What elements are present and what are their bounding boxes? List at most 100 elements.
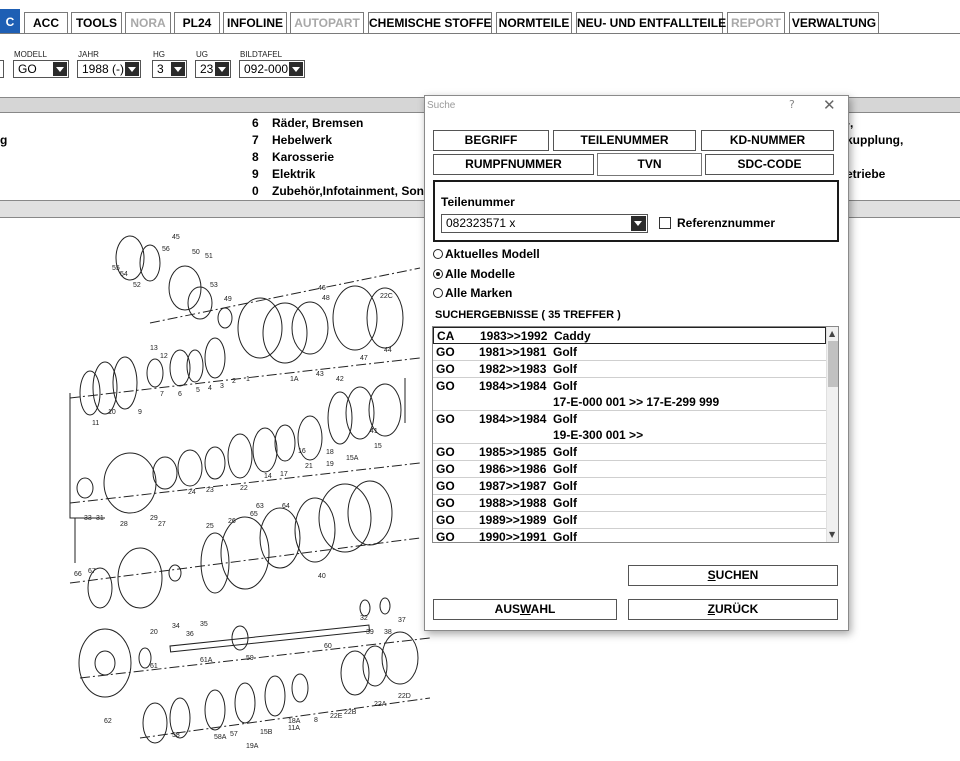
auswahl-button[interactable]: AUSWAHL (433, 599, 617, 620)
part-callout-label: 67 (88, 568, 96, 575)
hg-select[interactable]: 3 (152, 60, 187, 78)
results-scrollbar[interactable]: ▲ ▼ (826, 327, 838, 542)
part-callout-label: 38 (384, 629, 392, 636)
tab-verwaltung[interactable]: VERWALTUNG (789, 12, 879, 34)
scroll-up-icon[interactable]: ▲ (829, 329, 835, 338)
result-model: CA (437, 329, 455, 343)
part-callout-label: 22B (344, 709, 357, 716)
part-callout-label: 56 (162, 246, 170, 253)
tab-tvn[interactable]: TVN (597, 153, 702, 176)
tab-begriff[interactable]: BEGRIFF (433, 130, 549, 151)
result-model: GO (436, 362, 455, 376)
part-callout-label: 43 (316, 371, 324, 378)
part-callout-label: 45 (172, 234, 180, 241)
tab-autopart: AUTOPART (290, 12, 364, 34)
results-list[interactable]: CA 1983>>1992 Caddy GO 1981>>1981 Golf G… (432, 326, 839, 543)
tab-rumpfnummer[interactable]: RUMPFNUMMER (433, 154, 594, 175)
tab-tools[interactable]: TOOLS (71, 12, 122, 34)
list-item[interactable]: GO 1986>>1986 Golf (433, 461, 826, 478)
chevron-down-icon[interactable] (53, 62, 67, 76)
part-callout-label: 13 (150, 345, 158, 352)
list-item[interactable]: GO 1984>>1984 Golf 17-E-000 001 >> 17-E-… (433, 378, 826, 411)
tab-neu-und-entfallteile[interactable]: NEU- UND ENTFALLTEILE (576, 12, 726, 34)
tab-kd-nummer[interactable]: KD-NUMMER (701, 130, 834, 151)
bildtafel-label: BILDTAFEL (240, 50, 283, 59)
list-item[interactable]: GO 1990>>1991 Golf (433, 529, 826, 543)
part-callout-label: 23 (206, 487, 214, 494)
chevron-down-icon[interactable] (171, 62, 185, 76)
tab-teilenummer[interactable]: TEILENUMMER (553, 130, 696, 151)
part-callout-label: 59 (246, 655, 254, 662)
marke-select[interactable] (0, 60, 4, 78)
tab-c[interactable]: C (0, 9, 20, 34)
hg-value: 3 (157, 62, 164, 76)
search-dialog: Suche ? ✕ BEGRIFF TEILENUMMER KD-NUMMER … (424, 95, 849, 631)
modell-select[interactable]: GO (13, 60, 69, 78)
part-callout-label: 34 (172, 623, 180, 630)
tab-acc[interactable]: ACC (24, 12, 68, 34)
part-callout-label: 36 (186, 631, 194, 638)
bildtafel-select[interactable]: 092-000 (239, 60, 305, 78)
tab-infoline[interactable]: INFOLINE (223, 12, 287, 34)
part-callout-label: 49 (224, 296, 232, 303)
radio-alle-modelle[interactable] (433, 269, 443, 279)
part-callout-label: 9 (138, 409, 142, 416)
tab-chemische-stoffe[interactable]: CHEMISCHE STOFFE (368, 12, 492, 34)
chevron-down-icon[interactable] (215, 62, 229, 76)
zurueck-button[interactable]: ZURÜCK (628, 599, 838, 620)
part-callout-label: 37 (398, 617, 406, 624)
part-callout-label: 44 (384, 347, 392, 354)
list-item[interactable]: GO 1984>>1984 Golf 19-E-300 001 >> (433, 411, 826, 444)
list-item[interactable]: GO 1989>>1989 Golf (433, 512, 826, 529)
auswahl-label-post: AHL (530, 602, 556, 616)
list-item[interactable]: GO 1985>>1985 Golf (433, 444, 826, 461)
chevron-down-icon[interactable] (631, 216, 646, 231)
result-model: GO (436, 530, 455, 543)
list-item[interactable]: CA 1983>>1992 Caddy (433, 327, 826, 344)
tab-divider (0, 33, 960, 34)
part-callout-label: 11 (92, 420, 99, 427)
part-callout-label: 31 (96, 515, 104, 522)
part-callout-label: 48 (322, 295, 330, 302)
group-number: 0 (252, 184, 259, 198)
result-name: Golf (553, 530, 577, 543)
part-callout-label: 52 (133, 282, 141, 289)
tab-pl24[interactable]: PL24 (174, 12, 220, 34)
scroll-down-icon[interactable]: ▼ (829, 530, 835, 539)
chevron-down-icon[interactable] (125, 62, 139, 76)
result-name: Golf (553, 362, 577, 376)
result-years: 1984>>1984 (479, 379, 547, 393)
tab-normteile[interactable]: NORMTEILE (496, 12, 572, 34)
radio-aktuelles-modell[interactable] (433, 249, 443, 259)
scrollbar-thumb[interactable] (828, 341, 838, 387)
tab-sdc-code[interactable]: SDC-CODE (705, 154, 834, 175)
part-number-value: 082323571 x (446, 216, 516, 230)
close-icon[interactable]: ✕ (823, 96, 836, 114)
chevron-down-icon[interactable] (289, 62, 303, 76)
result-years: 1983>>1992 (480, 329, 548, 343)
help-icon[interactable]: ? (789, 98, 795, 111)
list-item[interactable]: GO 1981>>1981 Golf (433, 344, 826, 361)
auswahl-label-pre: AUS (494, 602, 520, 616)
group-title: Karosserie (272, 150, 335, 164)
jahr-select[interactable]: 1988 (-) (77, 60, 141, 78)
bildtafel-value: 092-000 (244, 62, 289, 76)
result-model: GO (436, 445, 455, 459)
result-years: 1986>>1986 (479, 462, 547, 476)
part-callout-label: 60 (324, 643, 332, 650)
ug-select[interactable]: 23 (195, 60, 231, 78)
part-callout-label: 32 (360, 615, 368, 622)
radio-alle-marken[interactable] (433, 288, 443, 298)
list-item[interactable]: GO 1982>>1983 Golf (433, 361, 826, 378)
part-callout-label: 55 (112, 265, 120, 272)
part-callout-label: 35 (200, 621, 208, 628)
exploded-parts-drawing: 45 56 50 51 55 54 52 53 49 46 48 47 44 13 12 9 10 11 7 6 5 4 3… (0, 218, 430, 761)
referenznummer-checkbox[interactable] (659, 217, 671, 229)
suchen-button[interactable]: SUCHEN (628, 565, 838, 586)
part-number-input[interactable]: 082323571 x (441, 214, 648, 233)
list-item[interactable]: GO 1988>>1988 Golf (433, 495, 826, 512)
part-number-entry-panel: Teilenummer 082323571 x Referenznummer (433, 180, 839, 242)
part-callout-label: 22A (374, 701, 387, 708)
jahr-label: JAHR (78, 50, 99, 59)
list-item[interactable]: GO 1987>>1987 Golf (433, 478, 826, 495)
